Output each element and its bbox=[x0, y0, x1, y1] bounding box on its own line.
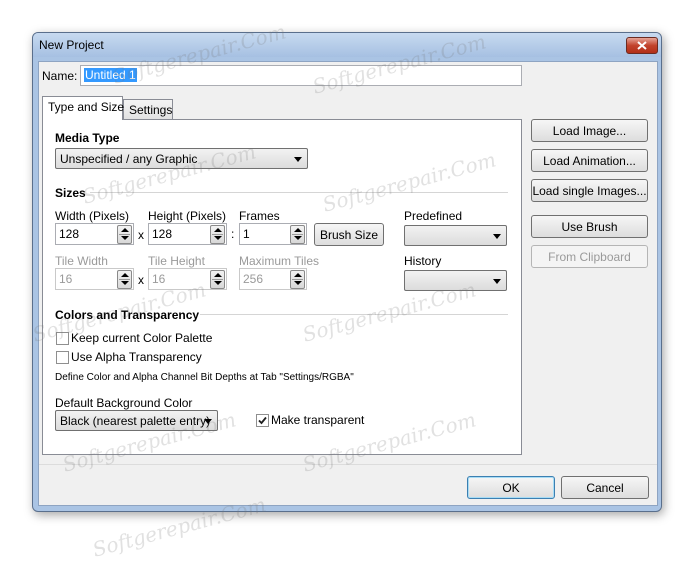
width-stepper[interactable]: 128 bbox=[55, 223, 134, 245]
chevron-down-icon bbox=[294, 157, 302, 162]
close-button[interactable] bbox=[626, 37, 658, 54]
colors-heading: Colors and Transparency bbox=[55, 308, 200, 322]
load-animation-button[interactable]: Load Animation... bbox=[531, 149, 648, 172]
max-tiles-spin-buttons[interactable] bbox=[290, 270, 305, 289]
keep-palette-label: Keep current Color Palette bbox=[71, 331, 213, 345]
spin-down-icon bbox=[121, 281, 129, 285]
tile-height-label: Tile Height bbox=[148, 254, 205, 268]
frames-value: 1 bbox=[243, 227, 250, 241]
tile-width-stepper[interactable]: 16 bbox=[55, 268, 134, 290]
tile-height-stepper[interactable]: 16 bbox=[148, 268, 227, 290]
tile-width-value: 16 bbox=[59, 272, 73, 286]
close-icon bbox=[637, 41, 647, 50]
tile-width-spin-buttons[interactable] bbox=[117, 270, 132, 289]
load-single-images-button[interactable]: Load single Images... bbox=[531, 179, 648, 202]
width-spin-buttons[interactable] bbox=[117, 225, 132, 244]
height-stepper[interactable]: 128 bbox=[148, 223, 227, 245]
alpha-transparency-label: Use Alpha Transparency bbox=[71, 350, 202, 364]
tile-height-value: 16 bbox=[152, 272, 166, 286]
cancel-button[interactable]: Cancel bbox=[561, 476, 649, 499]
bg-color-select-value: Black (nearest palette entry) bbox=[60, 414, 211, 428]
spin-down-icon bbox=[214, 236, 222, 240]
width-value: 128 bbox=[59, 227, 80, 241]
tile-x-separator: x bbox=[138, 273, 144, 287]
tile-height-spin-buttons[interactable] bbox=[210, 270, 225, 289]
title-bar[interactable] bbox=[33, 33, 661, 57]
frames-spin-buttons[interactable] bbox=[290, 225, 305, 244]
make-transparent-label: Make transparent bbox=[271, 413, 365, 427]
history-label: History bbox=[404, 254, 442, 268]
predefined-label: Predefined bbox=[404, 209, 463, 223]
history-select[interactable] bbox=[404, 270, 507, 291]
spin-down-icon bbox=[294, 281, 302, 285]
tile-width-label: Tile Width bbox=[55, 254, 108, 268]
ok-button[interactable]: OK bbox=[467, 476, 555, 499]
name-label: Name: bbox=[42, 69, 78, 83]
frames-colon-separator: : bbox=[231, 227, 235, 241]
spin-up-icon bbox=[294, 273, 302, 277]
load-image-button[interactable]: Load Image... bbox=[531, 119, 648, 142]
bit-depth-note: Define Color and Alpha Channel Bit Depth… bbox=[55, 372, 354, 383]
brush-size-button[interactable]: Brush Size bbox=[314, 223, 384, 246]
chevron-down-icon bbox=[493, 279, 501, 284]
from-clipboard-button[interactable]: From Clipboard bbox=[531, 245, 648, 268]
name-input-value: Untitled 1 bbox=[84, 68, 137, 82]
max-tiles-value: 256 bbox=[243, 272, 264, 286]
frames-stepper[interactable]: 1 bbox=[239, 223, 307, 245]
use-brush-button[interactable]: Use Brush bbox=[531, 215, 648, 238]
checkmark-icon bbox=[258, 416, 267, 425]
height-value: 128 bbox=[152, 227, 173, 241]
width-label: Width (Pixels) bbox=[55, 209, 130, 223]
media-type-select-value: Unspecified / any Graphic bbox=[60, 152, 198, 166]
chevron-down-icon bbox=[204, 419, 212, 424]
sizes-divider bbox=[90, 192, 508, 193]
spin-up-icon bbox=[121, 228, 129, 232]
max-tiles-stepper[interactable]: 256 bbox=[239, 268, 307, 290]
colors-divider bbox=[200, 314, 508, 315]
max-tiles-label: Maximum Tiles bbox=[239, 254, 320, 268]
spin-up-icon bbox=[214, 273, 222, 277]
height-label: Height (Pixels) bbox=[148, 209, 227, 223]
bg-color-select[interactable]: Black (nearest palette entry) bbox=[55, 410, 218, 431]
bg-color-label: Default Background Color bbox=[55, 396, 193, 410]
alpha-transparency-checkbox[interactable] bbox=[56, 351, 69, 364]
height-spin-buttons[interactable] bbox=[210, 225, 225, 244]
make-transparent-checkbox[interactable] bbox=[256, 414, 269, 427]
spin-up-icon bbox=[214, 228, 222, 232]
size-x-separator: x bbox=[138, 228, 144, 242]
spin-down-icon bbox=[121, 236, 129, 240]
window-title: New Project bbox=[39, 38, 104, 52]
name-input[interactable]: Untitled 1 bbox=[80, 65, 522, 86]
spin-up-icon bbox=[294, 228, 302, 232]
media-type-select[interactable]: Unspecified / any Graphic bbox=[55, 148, 308, 169]
spin-down-icon bbox=[214, 281, 222, 285]
tab-settings[interactable]: Settings bbox=[123, 99, 173, 119]
chevron-down-icon bbox=[493, 234, 501, 239]
media-type-heading: Media Type bbox=[55, 131, 120, 145]
tab-type-and-size[interactable]: Type and Size bbox=[42, 96, 124, 120]
keep-palette-checkbox[interactable] bbox=[56, 332, 69, 345]
sizes-heading: Sizes bbox=[55, 186, 86, 200]
frames-label: Frames bbox=[239, 209, 280, 223]
predefined-select[interactable] bbox=[404, 225, 507, 246]
spin-down-icon bbox=[294, 236, 302, 240]
spin-up-icon bbox=[121, 273, 129, 277]
